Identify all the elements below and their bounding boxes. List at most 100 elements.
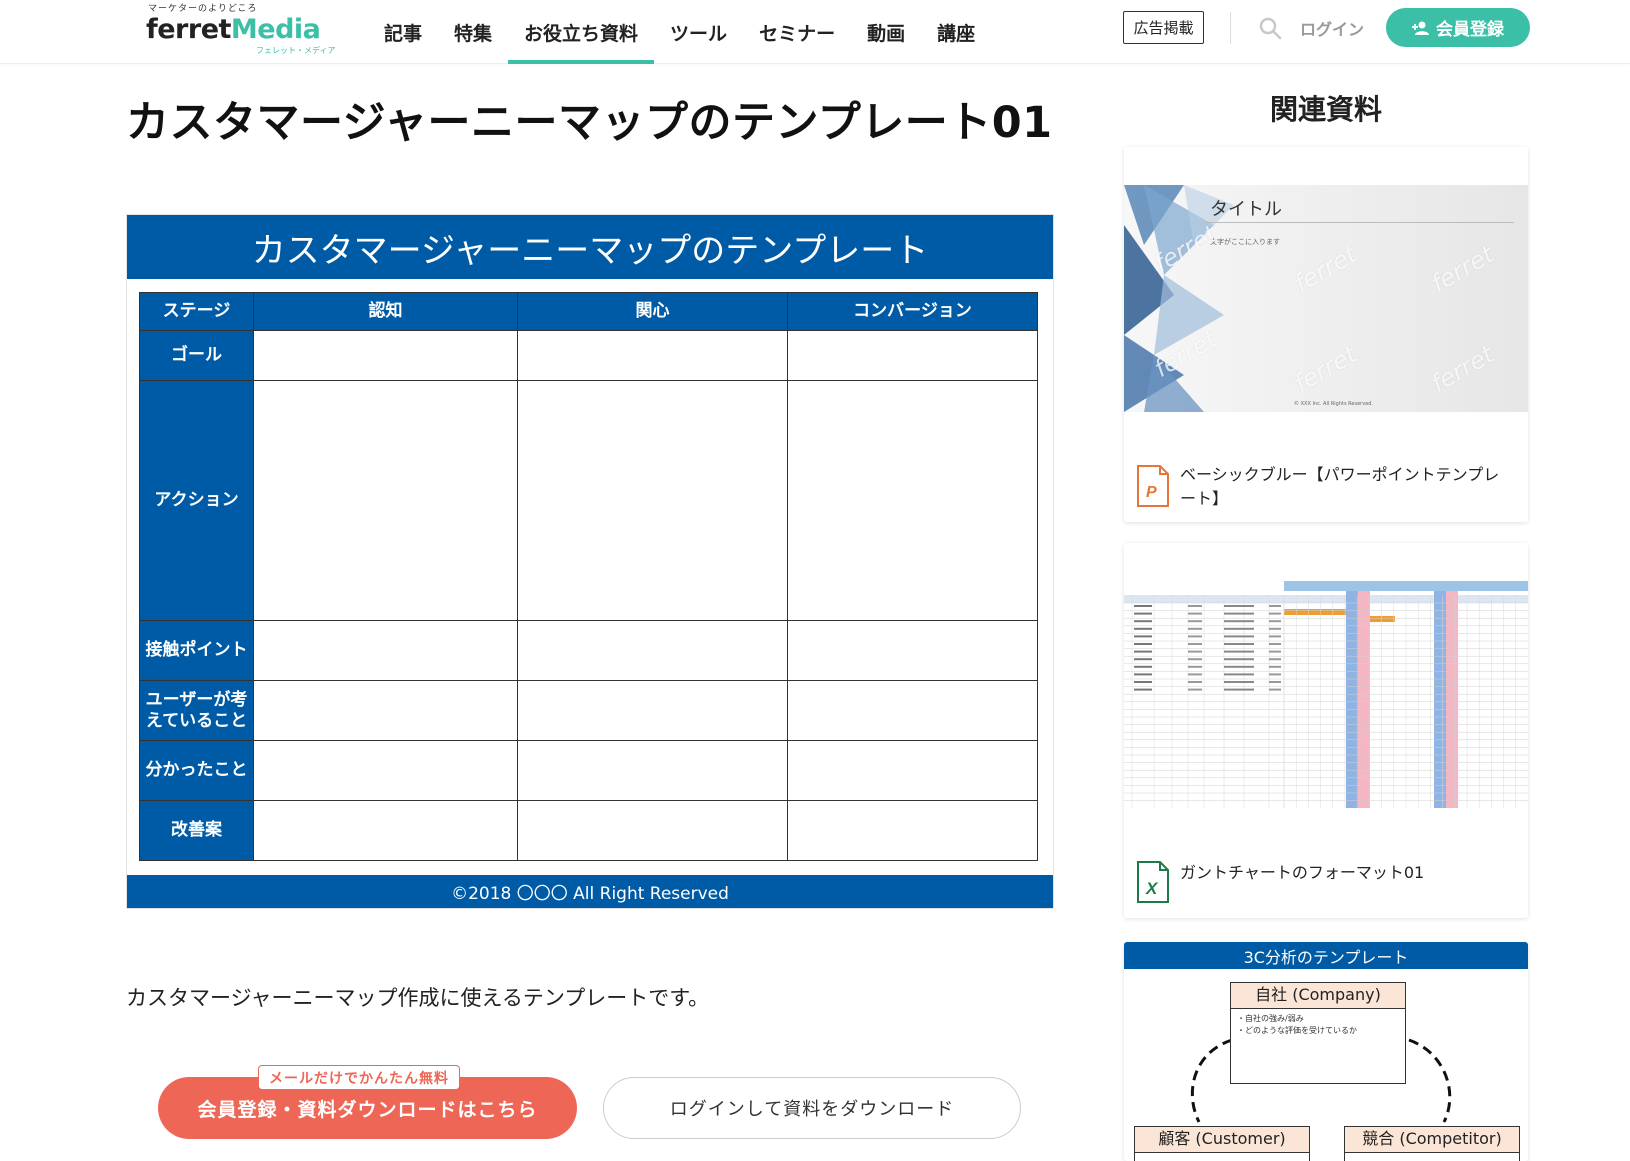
row-header-findings: 分かったこと [139, 740, 254, 801]
resource-description: カスタマージャーニーマップ作成に使えるテンプレートです。 [126, 986, 710, 1010]
gantt-text-placeholder [1134, 681, 1152, 683]
col-header-conversion: コンバージョン [787, 292, 1038, 331]
thumb-3c-competitor: 競合 (Competitor) [1345, 1127, 1519, 1153]
header-divider [1230, 12, 1231, 44]
gantt-text-placeholder [1134, 612, 1152, 615]
gantt-weekend-blue [1346, 591, 1358, 808]
gantt-text-placeholder [1188, 605, 1202, 607]
gantt-text-placeholder [1269, 612, 1281, 615]
gantt-task-bar [1370, 616, 1395, 622]
gantt-text-placeholder [1134, 658, 1152, 661]
related-card-gantt[interactable]: X ガントチャートのフォーマット01 [1124, 543, 1528, 918]
powerpoint-icon: P [1136, 465, 1170, 507]
thumb-title: タイトル [1210, 199, 1282, 220]
gantt-text-placeholder [1188, 658, 1202, 661]
site-header: マーケターのよりどころ ferretMedia フェレット・メディア 記事 特集… [0, 0, 1630, 64]
gantt-text-placeholder [1269, 635, 1281, 638]
row-header-goal: ゴール [139, 330, 254, 381]
gantt-text-placeholder [1269, 665, 1281, 668]
gantt-text-placeholder [1134, 620, 1152, 623]
related-card-label: ベーシックブルー【パワーポイントテンプレート】 [1180, 465, 1500, 508]
template-preview: カスタマージャーニーマップのテンプレート ステージ 認知 関心 コンバージョン … [126, 214, 1054, 909]
gantt-header-band [1284, 581, 1528, 591]
nav-item-resources[interactable]: お役立ち資料 [508, 0, 655, 64]
gantt-text-placeholder [1188, 688, 1202, 691]
search-icon[interactable] [1258, 16, 1282, 40]
gantt-text-placeholder [1224, 635, 1254, 638]
gantt-text-placeholder [1224, 665, 1254, 668]
logo-tagline: マーケターのよりどころ [148, 4, 258, 14]
gantt-text-placeholder [1224, 627, 1254, 630]
gantt-text-placeholder [1224, 620, 1254, 623]
gantt-weekend-pink [1358, 591, 1370, 808]
gantt-text-placeholder [1188, 635, 1202, 638]
gantt-text-placeholder [1269, 681, 1281, 683]
row-header-action: アクション [139, 380, 254, 621]
gantt-text-placeholder [1134, 643, 1152, 645]
main-nav: 記事 特集 お役立ち資料 ツール セミナー 動画 講座 [368, 0, 991, 64]
gantt-text-placeholder [1188, 681, 1202, 683]
row-header-improvements: 改善案 [139, 800, 254, 861]
gantt-text-placeholder [1188, 620, 1202, 623]
register-button[interactable]: 会員登録 [1386, 8, 1530, 47]
gantt-text-placeholder [1269, 627, 1281, 630]
row-header-user-thoughts: ユーザーが考えていること [139, 680, 254, 741]
related-thumb [1124, 581, 1528, 808]
gantt-text-placeholder [1134, 650, 1152, 653]
gantt-weekend-pink [1446, 591, 1458, 808]
col-header-stage: ステージ [139, 292, 254, 331]
gantt-text-placeholder [1224, 643, 1254, 645]
col-header-interest: 関心 [517, 292, 788, 331]
related-card-basic-blue[interactable]: タイトル 文字がここに入ります ferret ferret ferret fer… [1124, 147, 1528, 522]
thumb-copyright: © XXX Inc. All Rights Reserved. [1294, 401, 1374, 407]
gantt-text-placeholder [1188, 612, 1202, 615]
nav-item-courses[interactable]: 講座 [921, 0, 991, 64]
watermark: ferret [1426, 340, 1499, 398]
gantt-chart-thumbnail [1124, 581, 1528, 808]
advertise-button[interactable]: 広告掲載 [1123, 11, 1204, 44]
gantt-text-placeholder [1134, 665, 1152, 668]
site-logo[interactable]: マーケターのよりどころ ferretMedia フェレット・メディア [146, 0, 335, 58]
nav-item-articles[interactable]: 記事 [368, 0, 438, 64]
related-thumb: タイトル 文字がここに入ります ferret ferret ferret fer… [1124, 185, 1528, 412]
nav-item-tools[interactable]: ツール [654, 0, 743, 64]
gantt-text-placeholder [1188, 665, 1202, 668]
gantt-text-placeholder [1188, 643, 1202, 645]
thumb-3c-customer-box: 顧客 (Customer) [1134, 1126, 1310, 1161]
gantt-text-placeholder [1269, 673, 1281, 676]
thumb-3c-competitor-box: 競合 (Competitor) [1344, 1126, 1520, 1161]
gantt-text-placeholder [1269, 643, 1281, 645]
page-title: カスタマージャーニーマップのテンプレート01 [126, 98, 1053, 148]
login-link[interactable]: ログイン [1300, 16, 1364, 40]
gantt-text-placeholder [1224, 612, 1254, 615]
template-footer: ©2018 〇〇〇 All Right Reserved [127, 875, 1053, 908]
gantt-text-placeholder [1224, 605, 1254, 607]
gantt-text-placeholder [1224, 688, 1254, 691]
gantt-text-placeholder [1188, 627, 1202, 630]
related-card-label: ガントチャートのフォーマット01 [1180, 863, 1425, 882]
gantt-text-placeholder [1188, 650, 1202, 653]
gantt-text-placeholder [1188, 673, 1202, 676]
thumb-3c-company-box: 自社 (Company) ・自社の強み/弱み ・どのような評価を受けているか [1230, 982, 1406, 1084]
gantt-text-placeholder [1134, 627, 1152, 630]
watermark: ferret [1426, 240, 1499, 298]
free-badge: メールだけでかんたん無料 [258, 1065, 460, 1090]
gantt-text-placeholder [1269, 620, 1281, 623]
gantt-weekend-blue [1434, 591, 1446, 808]
template-header: カスタマージャーニーマップのテンプレート [127, 215, 1053, 279]
nav-item-videos[interactable]: 動画 [851, 0, 921, 64]
login-download-button[interactable]: ログインして資料をダウンロード [603, 1077, 1021, 1139]
thumb-3c-company-notes: ・自社の強み/弱み ・どのような評価を受けているか [1237, 1014, 1357, 1035]
thumb-3c-customer: 顧客 (Customer) [1135, 1127, 1309, 1153]
nav-item-seminars[interactable]: セミナー [743, 0, 851, 64]
nav-item-features[interactable]: 特集 [438, 0, 508, 64]
watermark: ferret [1289, 340, 1362, 398]
gantt-task-bar [1284, 609, 1346, 615]
col-header-awareness: 認知 [253, 292, 518, 331]
related-heading: 関連資料 [1269, 93, 1382, 126]
gantt-text-placeholder [1224, 673, 1254, 676]
gantt-text-placeholder [1134, 688, 1152, 691]
add-user-icon [1412, 21, 1429, 35]
gantt-text-placeholder [1134, 605, 1152, 607]
related-card-3c[interactable]: 3C分析のテンプレート 自社 (Company) ・自社の強み/弱み ・どのよう… [1124, 942, 1528, 1161]
